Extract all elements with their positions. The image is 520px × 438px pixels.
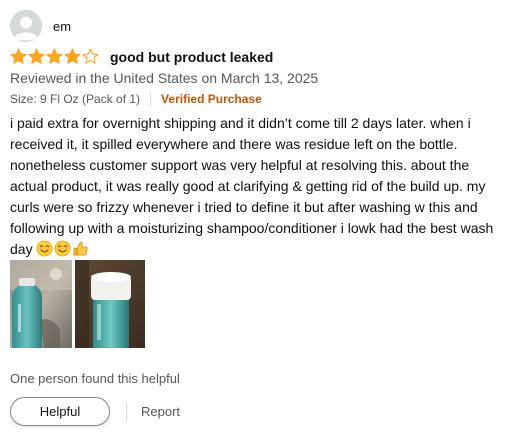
review-image-bottle-top[interactable] bbox=[75, 260, 145, 348]
review-body: i paid extra for overnight shipping and … bbox=[10, 113, 510, 260]
reviewer-profile[interactable]: em bbox=[10, 10, 71, 42]
divider bbox=[150, 92, 152, 106]
helpful-button[interactable]: Helpful bbox=[10, 397, 110, 426]
avatar[interactable] bbox=[10, 10, 42, 42]
star-filled-icon bbox=[28, 48, 45, 64]
review-actions: Helpful Report bbox=[10, 397, 180, 426]
review-text: i paid extra for overnight shipping and … bbox=[10, 115, 494, 257]
report-link[interactable]: Report bbox=[141, 404, 180, 419]
divider bbox=[126, 402, 127, 421]
thumbs-up-icon bbox=[73, 241, 88, 256]
smiling-face-icon bbox=[36, 240, 53, 257]
smiling-face-icon bbox=[54, 240, 71, 257]
review-images bbox=[10, 260, 148, 348]
star-empty-icon bbox=[82, 48, 99, 64]
reviewer-name[interactable]: em bbox=[53, 19, 71, 34]
helpful-count: One person found this helpful bbox=[10, 371, 180, 386]
star-rating[interactable] bbox=[10, 48, 100, 65]
review-title-row: good but product leaked bbox=[10, 48, 273, 65]
customer-review: em good but product leaked Reviewed in t… bbox=[0, 0, 520, 438]
star-filled-icon bbox=[10, 48, 27, 64]
verified-purchase-badge: Verified Purchase bbox=[161, 92, 262, 106]
review-title[interactable]: good but product leaked bbox=[110, 49, 273, 65]
default-user-avatar-icon bbox=[10, 10, 42, 42]
star-filled-icon bbox=[46, 48, 63, 64]
review-date: Reviewed in the United States on March 1… bbox=[10, 70, 319, 86]
review-format-row: Size: 9 Fl Oz (Pack of 1) Verified Purch… bbox=[10, 92, 262, 106]
review-image-bottle-side[interactable] bbox=[10, 260, 72, 348]
review-emojis bbox=[36, 240, 90, 257]
star-filled-icon bbox=[64, 48, 81, 64]
format-strip: Size: 9 Fl Oz (Pack of 1) bbox=[10, 92, 141, 106]
